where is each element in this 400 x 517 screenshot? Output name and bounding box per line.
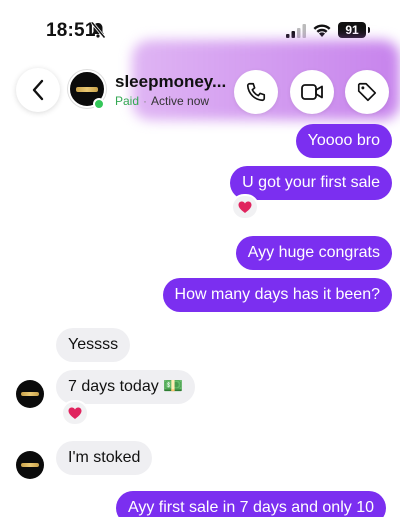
message-bubble-incoming[interactable]: Yessss xyxy=(56,328,131,362)
message-bubble-incoming[interactable]: 7 days today 💵 xyxy=(56,370,196,404)
message-bubble-incoming[interactable]: I'm stoked xyxy=(56,441,153,475)
online-indicator xyxy=(93,98,105,110)
avatar-logo xyxy=(76,87,98,92)
heart-reaction[interactable] xyxy=(61,400,89,426)
silent-mode-icon xyxy=(90,21,106,39)
active-status: Active now xyxy=(151,94,210,108)
battery-icon: 91 xyxy=(338,22,370,38)
wifi-icon xyxy=(313,24,331,37)
message-bubble-outgoing[interactable]: How many days has it been? xyxy=(162,278,392,312)
status-separator: · xyxy=(143,94,148,108)
video-camera-icon xyxy=(301,84,323,100)
paid-label: Paid xyxy=(115,94,140,108)
message-bubble-outgoing[interactable]: Yoooo bro xyxy=(295,124,392,158)
tag-button[interactable] xyxy=(345,70,389,114)
avatar-logo xyxy=(21,463,39,467)
contact-status: Paid · Active now xyxy=(115,94,209,108)
message-bubble-outgoing[interactable]: U got your first sale xyxy=(230,166,392,200)
back-button[interactable] xyxy=(16,68,60,112)
sender-avatar[interactable] xyxy=(16,451,44,479)
video-call-button[interactable] xyxy=(290,70,334,114)
back-chevron-icon xyxy=(32,79,44,101)
heart-icon xyxy=(68,407,82,419)
heart-reaction[interactable] xyxy=(231,194,259,220)
call-button[interactable] xyxy=(234,70,278,114)
avatar-logo xyxy=(21,392,39,396)
heart-icon xyxy=(238,201,252,213)
cellular-signal-icon xyxy=(286,24,306,38)
sender-avatar[interactable] xyxy=(16,380,44,408)
tag-icon xyxy=(357,82,377,102)
message-bubble-outgoing[interactable]: Ayy huge congrats xyxy=(235,236,392,270)
status-time: 18:51 xyxy=(46,20,96,41)
phone-icon xyxy=(246,82,266,102)
contact-name[interactable]: sleepmoney... xyxy=(115,72,226,92)
message-bubble-outgoing[interactable]: Ayy first sale in 7 days and only 10 xyxy=(115,491,386,517)
chat-header: sleepmoney... Paid · Active now xyxy=(0,58,400,122)
